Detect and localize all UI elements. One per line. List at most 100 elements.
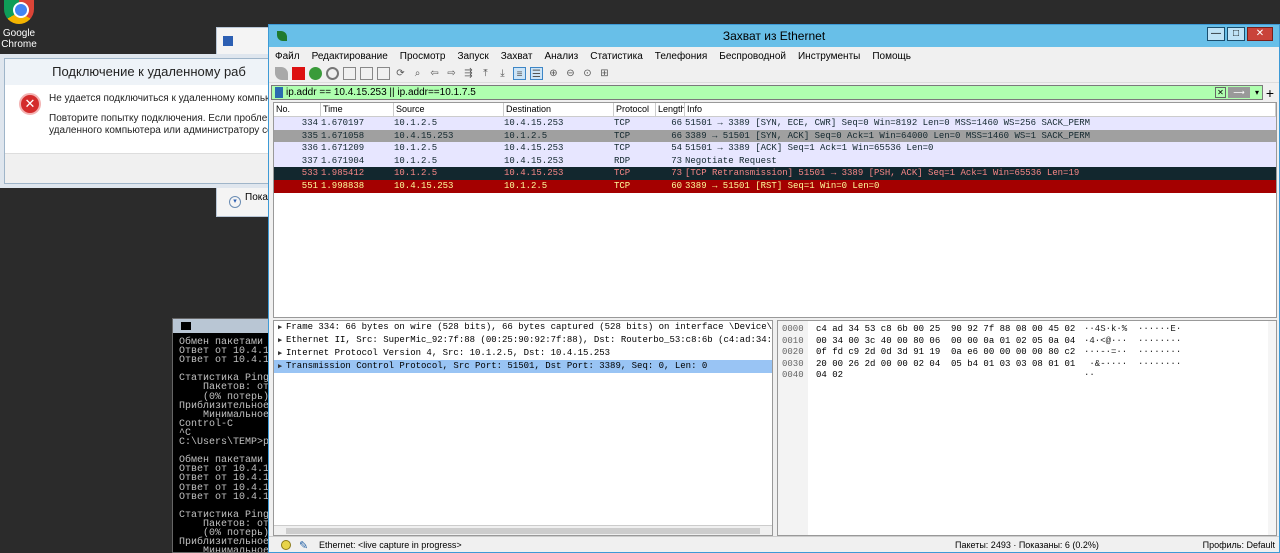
profile-label[interactable]: Профиль: Default [1203, 537, 1275, 553]
show-options[interactable]: ▾ Пока [229, 192, 268, 208]
cell-no: 335 [301, 130, 318, 141]
menu-telephony[interactable]: Телефония [655, 51, 708, 62]
expand-arrow-icon[interactable]: ▶ [278, 348, 286, 360]
hex-line[interactable]: 20 00 26 2d 00 00 02 04 05 b4 01 03 03 0… [816, 359, 1076, 371]
menu-wireless[interactable]: Беспроводной [719, 51, 786, 62]
table-row[interactable]: 337 1.671904 10.1.2.5 10.4.15.253 RDP 73… [274, 154, 1276, 168]
packet-list[interactable]: No. Time Source Destination Protocol Len… [273, 102, 1277, 318]
cell-length: 73 [671, 168, 682, 179]
zoom-reset-icon[interactable]: ⊙ [581, 67, 594, 80]
packet-details[interactable]: ▶ Frame 334: 66 bytes on wire (528 bits),… [273, 320, 773, 536]
detail-row-tcp[interactable]: ▶ Transmission Control Protocol, Src Port… [274, 360, 772, 373]
detail-row-ethernet[interactable]: ▶ Ethernet II, Src: SuperMic_92:7f:88 (00… [274, 334, 772, 347]
ascii-line[interactable]: ··4S·k·% ······E· [1084, 324, 1184, 336]
go-forward-icon[interactable]: ⇨ [445, 67, 458, 80]
close-file-icon[interactable] [377, 67, 390, 80]
go-to-packet-icon[interactable]: ⇶ [462, 67, 475, 80]
colorize-icon[interactable]: ☰ [530, 67, 543, 80]
hex-line[interactable]: 04 02 [816, 370, 1076, 382]
wireshark-window[interactable]: Захват из Ethernet — □ ✕ Файл Редактиров… [268, 24, 1280, 553]
column-time[interactable]: Time [321, 103, 394, 116]
wireshark-titlebar[interactable]: Захват из Ethernet — □ ✕ [269, 25, 1279, 47]
cell-time: 1.998838 [321, 180, 365, 191]
rdp-error-hint-1: Повторите попытку подключения. Если проб… [49, 113, 293, 124]
hex-line[interactable]: 0f fd c9 2d 0d 3d 91 19 0a e6 00 00 00 0… [816, 347, 1076, 359]
reload-icon[interactable]: ⟳ [394, 67, 407, 80]
horizontal-scrollbar[interactable] [274, 525, 772, 535]
expert-info-icon[interactable] [281, 540, 291, 550]
menu-help[interactable]: Помощь [872, 51, 911, 62]
desktop-icon-chrome[interactable]: Google Chrome [0, 0, 38, 50]
stop-capture-icon[interactable] [292, 67, 305, 80]
cell-destination: 10.1.2.5 [504, 130, 548, 141]
minimize-button[interactable]: — [1207, 27, 1225, 41]
cell-time: 1.671209 [321, 143, 365, 154]
column-info[interactable]: Info [685, 103, 1276, 116]
column-no[interactable]: No. [274, 103, 321, 116]
menu-bar: Файл Редактирование Просмотр Запуск Захв… [269, 47, 1279, 65]
capture-options-icon[interactable] [326, 67, 339, 80]
autoscroll-icon[interactable]: ≡ [513, 67, 526, 80]
ascii-line[interactable]: ·&-···· ········ [1084, 359, 1184, 371]
column-protocol[interactable]: Protocol [614, 103, 656, 116]
zoom-out-icon[interactable]: ⊖ [564, 67, 577, 80]
add-filter-button-icon[interactable]: + [1263, 86, 1277, 100]
zoom-in-icon[interactable]: ⊕ [547, 67, 560, 80]
console-window[interactable]: Обмен пакетами Ответ от 10.4.1 Ответ от … [172, 318, 282, 553]
find-packet-icon[interactable]: ⌕ [411, 67, 424, 80]
cell-source: 10.1.2.5 [394, 168, 438, 179]
table-row[interactable]: 336 1.671209 10.1.2.5 10.4.15.253 TCP 54… [274, 142, 1276, 155]
save-file-icon[interactable] [360, 67, 373, 80]
hex-offset: 0000 [782, 324, 804, 334]
menu-go[interactable]: Запуск [457, 51, 488, 62]
ascii-line[interactable]: ···-·=·· ········ [1084, 347, 1184, 359]
go-last-icon[interactable]: ⤓ [496, 67, 509, 80]
menu-tools[interactable]: Инструменты [798, 51, 860, 62]
rdp-error-dialog[interactable]: Подключение к удаленному раб ✕ Не удаетс… [4, 58, 294, 184]
ascii-line[interactable]: ·· [1084, 370, 1184, 382]
apply-filter-icon[interactable]: ⟶ [1228, 87, 1250, 98]
start-capture-icon[interactable] [275, 67, 288, 80]
cell-protocol: TCP [614, 143, 631, 154]
menu-analyze[interactable]: Анализ [544, 51, 578, 62]
clear-filter-icon[interactable]: ✕ [1215, 87, 1226, 98]
table-row[interactable]: 533 1.985412 10.1.2.5 10.4.15.253 TCP 73… [274, 167, 1276, 180]
table-row[interactable]: 335 1.671058 10.4.15.253 10.1.2.5 TCP 66… [274, 129, 1276, 143]
menu-edit[interactable]: Редактирование [312, 51, 388, 62]
hex-line[interactable]: 00 34 00 3c 40 00 80 06 00 00 0a 01 02 0… [816, 336, 1076, 348]
open-file-icon[interactable] [343, 67, 356, 80]
column-destination[interactable]: Destination [504, 103, 614, 116]
cell-protocol: RDP [614, 155, 631, 166]
cell-time: 1.671058 [321, 130, 365, 141]
close-button[interactable]: ✕ [1247, 27, 1273, 41]
menu-capture[interactable]: Захват [501, 51, 533, 62]
column-length[interactable]: Length [656, 103, 685, 116]
filter-history-icon[interactable]: ▾ [1252, 88, 1262, 97]
restart-capture-icon[interactable] [309, 67, 322, 80]
console-titlebar[interactable] [173, 319, 281, 333]
resize-columns-icon[interactable]: ⊞ [598, 67, 611, 80]
menu-view[interactable]: Просмотр [400, 51, 446, 62]
go-first-icon[interactable]: ⤒ [479, 67, 492, 80]
table-row[interactable]: 334 1.670197 10.1.2.5 10.4.15.253 TCP 66… [274, 117, 1276, 130]
menu-statistics[interactable]: Статистика [590, 51, 643, 62]
expand-arrow-icon[interactable]: ▶ [278, 361, 286, 373]
ascii-line[interactable]: ·4·<@··· ········ [1084, 336, 1184, 348]
packet-bytes[interactable]: 0000 0010 0020 0030 0040 c4 ad 34 53 c8 … [777, 320, 1277, 536]
vertical-scrollbar[interactable] [1268, 321, 1276, 535]
detail-row-frame[interactable]: ▶ Frame 334: 66 bytes on wire (528 bits),… [274, 321, 772, 334]
capture-comment-icon[interactable]: ✎ [299, 538, 308, 553]
menu-file[interactable]: Файл [275, 51, 300, 62]
cell-source: 10.4.15.253 [394, 180, 454, 191]
table-row[interactable]: 551 1.998838 10.4.15.253 10.1.2.5 TCP 60… [274, 179, 1276, 193]
expand-arrow-icon[interactable]: ▶ [278, 335, 286, 347]
hex-line[interactable]: c4 ad 34 53 c8 6b 00 25 90 92 7f 88 08 0… [816, 324, 1076, 336]
column-source[interactable]: Source [394, 103, 504, 116]
maximize-button[interactable]: □ [1227, 27, 1245, 41]
detail-row-ip[interactable]: ▶ Internet Protocol Version 4, Src: 10.1.… [274, 347, 772, 360]
scrollbar-thumb[interactable] [286, 528, 760, 534]
go-back-icon[interactable]: ⇦ [428, 67, 441, 80]
expand-arrow-icon[interactable]: ▶ [278, 322, 286, 334]
display-filter-input[interactable] [286, 87, 1215, 98]
bookmark-icon[interactable] [275, 87, 283, 98]
